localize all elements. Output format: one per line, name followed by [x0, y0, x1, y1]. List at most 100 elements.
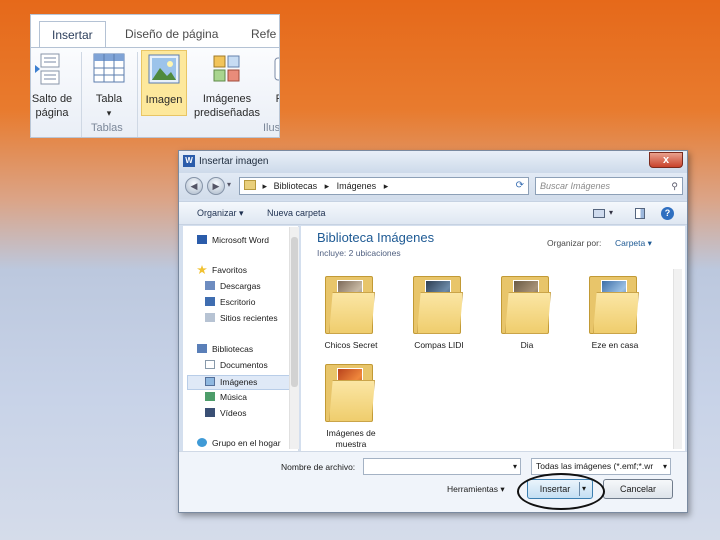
folder-front [505, 292, 551, 334]
recent-places-icon [205, 313, 215, 322]
search-placeholder: Buscar Imágenes [540, 181, 611, 191]
nav-item-favoritos[interactable]: Favoritos [197, 264, 247, 277]
nav-label: Microsoft Word [212, 235, 269, 245]
filename-dropdown-icon[interactable]: ▾ [513, 459, 517, 474]
arrange-by-dropdown[interactable]: Carpeta ▾ [615, 238, 652, 249]
breadcrumb-sep-icon: ▸ [262, 181, 268, 191]
library-subtitle[interactable]: Incluye: 2 ubicaciones [317, 248, 401, 258]
nav-label: Escritorio [220, 297, 256, 307]
folder-label: Imágenes de muestra [326, 428, 376, 449]
folder-label: Dia [520, 340, 534, 350]
folder-front [593, 292, 639, 334]
tab-insertar[interactable]: Insertar [39, 21, 106, 47]
nav-item-documentos[interactable]: Documentos [205, 359, 268, 372]
file-list-pane: Biblioteca Imágenes Incluye: 2 ubicacion… [301, 226, 685, 451]
file-type-value: Todas las imágenes (*.emf;*.wr [536, 461, 654, 471]
cancel-button[interactable]: Cancelar [603, 479, 673, 499]
page-break-label-1: Salto de [31, 93, 73, 105]
insert-button-highlight-ellipse [517, 473, 605, 510]
search-icon: ⚲ [671, 181, 678, 191]
shapes-icon [271, 52, 279, 86]
table-icon [93, 52, 125, 86]
dialog-titlebar[interactable]: W Insertar imagen x [179, 151, 687, 173]
nav-item-sitios-recientes[interactable]: Sitios recientes [205, 312, 278, 325]
ribbon: Insertar Diseño de página Refe Salto de … [30, 14, 280, 138]
folder-icon [501, 270, 553, 336]
organize-button[interactable]: Organizar ▾ [197, 208, 244, 219]
back-button[interactable]: ◀ [185, 177, 203, 195]
view-dropdown-icon[interactable]: ▾ [609, 208, 613, 217]
folder-item[interactable]: Imágenes de muestra [311, 358, 391, 449]
nav-item-bibliotecas[interactable]: Bibliotecas [197, 343, 253, 356]
folder-label: Chicos Secret [324, 340, 378, 350]
nav-scroll-thumb[interactable] [291, 237, 298, 387]
desktop-icon [205, 297, 215, 306]
folder-item[interactable]: Dia [487, 270, 567, 350]
recent-pages-icon[interactable]: ▾ [227, 180, 231, 189]
table-label: Tabla [95, 93, 123, 105]
homegroup-icon [197, 438, 207, 447]
nav-scrollbar[interactable] [289, 227, 299, 449]
breadcrumb-bibliotecas[interactable]: Bibliotecas [274, 181, 318, 191]
preview-pane-icon[interactable] [635, 208, 645, 219]
nav-item-escritorio[interactable]: Escritorio [205, 296, 255, 309]
filename-label: Nombre de archivo: [281, 462, 356, 472]
new-folder-button[interactable]: Nueva carpeta [267, 208, 326, 218]
file-type-dropdown-icon: ▾ [660, 459, 667, 474]
folder-item[interactable]: Chicos Secret [311, 270, 391, 350]
close-button[interactable]: x [649, 152, 683, 168]
filename-input[interactable]: ▾ [363, 458, 521, 475]
search-input[interactable]: Buscar Imágenes ⚲ [535, 177, 683, 195]
tab-diseno-de-pagina[interactable]: Diseño de página [113, 21, 230, 47]
folder-item[interactable]: Compas LIDI [399, 270, 479, 350]
nav-item-imagenes[interactable]: Imágenes [205, 376, 257, 389]
nav-item-musica[interactable]: Música [205, 391, 247, 404]
table-dropdown-arrow: ▾ [106, 108, 112, 118]
address-bar[interactable]: ▸ Bibliotecas ▸ Imágenes ▸ ⟳ [239, 177, 529, 195]
dialog-footer: Nombre de archivo: ▾ Todas las imágenes … [179, 451, 687, 512]
page-break-label-2: página [35, 107, 69, 119]
tab-referencias[interactable]: Refe [239, 21, 279, 47]
nav-item-microsoft-word[interactable]: Microsoft Word [197, 234, 269, 247]
folder-icon [325, 358, 377, 424]
group-separator [137, 52, 138, 137]
ribbon-tab-row: Insertar Diseño de página Refe [31, 15, 279, 47]
nav-label: Música [220, 392, 247, 402]
picture-button[interactable]: Imagen [141, 50, 187, 116]
forward-button[interactable]: ▶ [207, 177, 225, 195]
tools-dropdown[interactable]: Herramientas ▾ [447, 484, 505, 495]
folder-label: Compas LIDI [414, 340, 464, 350]
breadcrumb-imagenes[interactable]: Imágenes [337, 181, 377, 191]
shapes-label: Fo [267, 92, 279, 106]
pictures-icon [205, 377, 215, 386]
breadcrumb-sep-icon: ▸ [383, 181, 389, 191]
nav-item-grupo-en-el-hogar[interactable]: Grupo en el hogar [197, 437, 281, 450]
folder-item[interactable]: Eze en casa [575, 270, 655, 350]
refresh-icon[interactable]: ⟳ [516, 178, 524, 194]
breadcrumb-sep-icon: ▸ [324, 181, 330, 191]
folder-icon [413, 270, 465, 336]
videos-icon [205, 408, 215, 417]
page-break-button[interactable]: Salto de página [31, 52, 77, 120]
address-bar-row: ◀ ▶ ▾ ▸ Bibliotecas ▸ Imágenes ▸ ⟳ Busca… [179, 173, 687, 199]
music-icon [205, 392, 215, 401]
nav-label: Favoritos [212, 265, 247, 275]
group-separator [81, 52, 82, 137]
dialog-title: Insertar imagen [199, 156, 269, 167]
shapes-button[interactable]: Fo [267, 52, 279, 106]
file-list-scrollbar[interactable] [673, 269, 682, 449]
nav-label: Vídeos [220, 408, 247, 418]
nav-label: Documentos [220, 360, 268, 370]
nav-label: Imágenes [220, 377, 258, 387]
picture-icon [148, 53, 180, 87]
nav-label: Bibliotecas [212, 344, 254, 354]
star-icon [197, 265, 207, 274]
clip-art-label-2: prediseñadas [193, 107, 261, 119]
folder-front [329, 380, 375, 422]
table-button[interactable]: Tabla ▾ [87, 52, 131, 120]
help-icon[interactable]: ? [661, 207, 674, 220]
nav-item-videos[interactable]: Vídeos [205, 407, 246, 420]
clip-art-button[interactable]: Imágenes prediseñadas [191, 52, 263, 120]
change-view-icon[interactable] [593, 209, 605, 218]
nav-item-descargas[interactable]: Descargas [205, 280, 261, 293]
